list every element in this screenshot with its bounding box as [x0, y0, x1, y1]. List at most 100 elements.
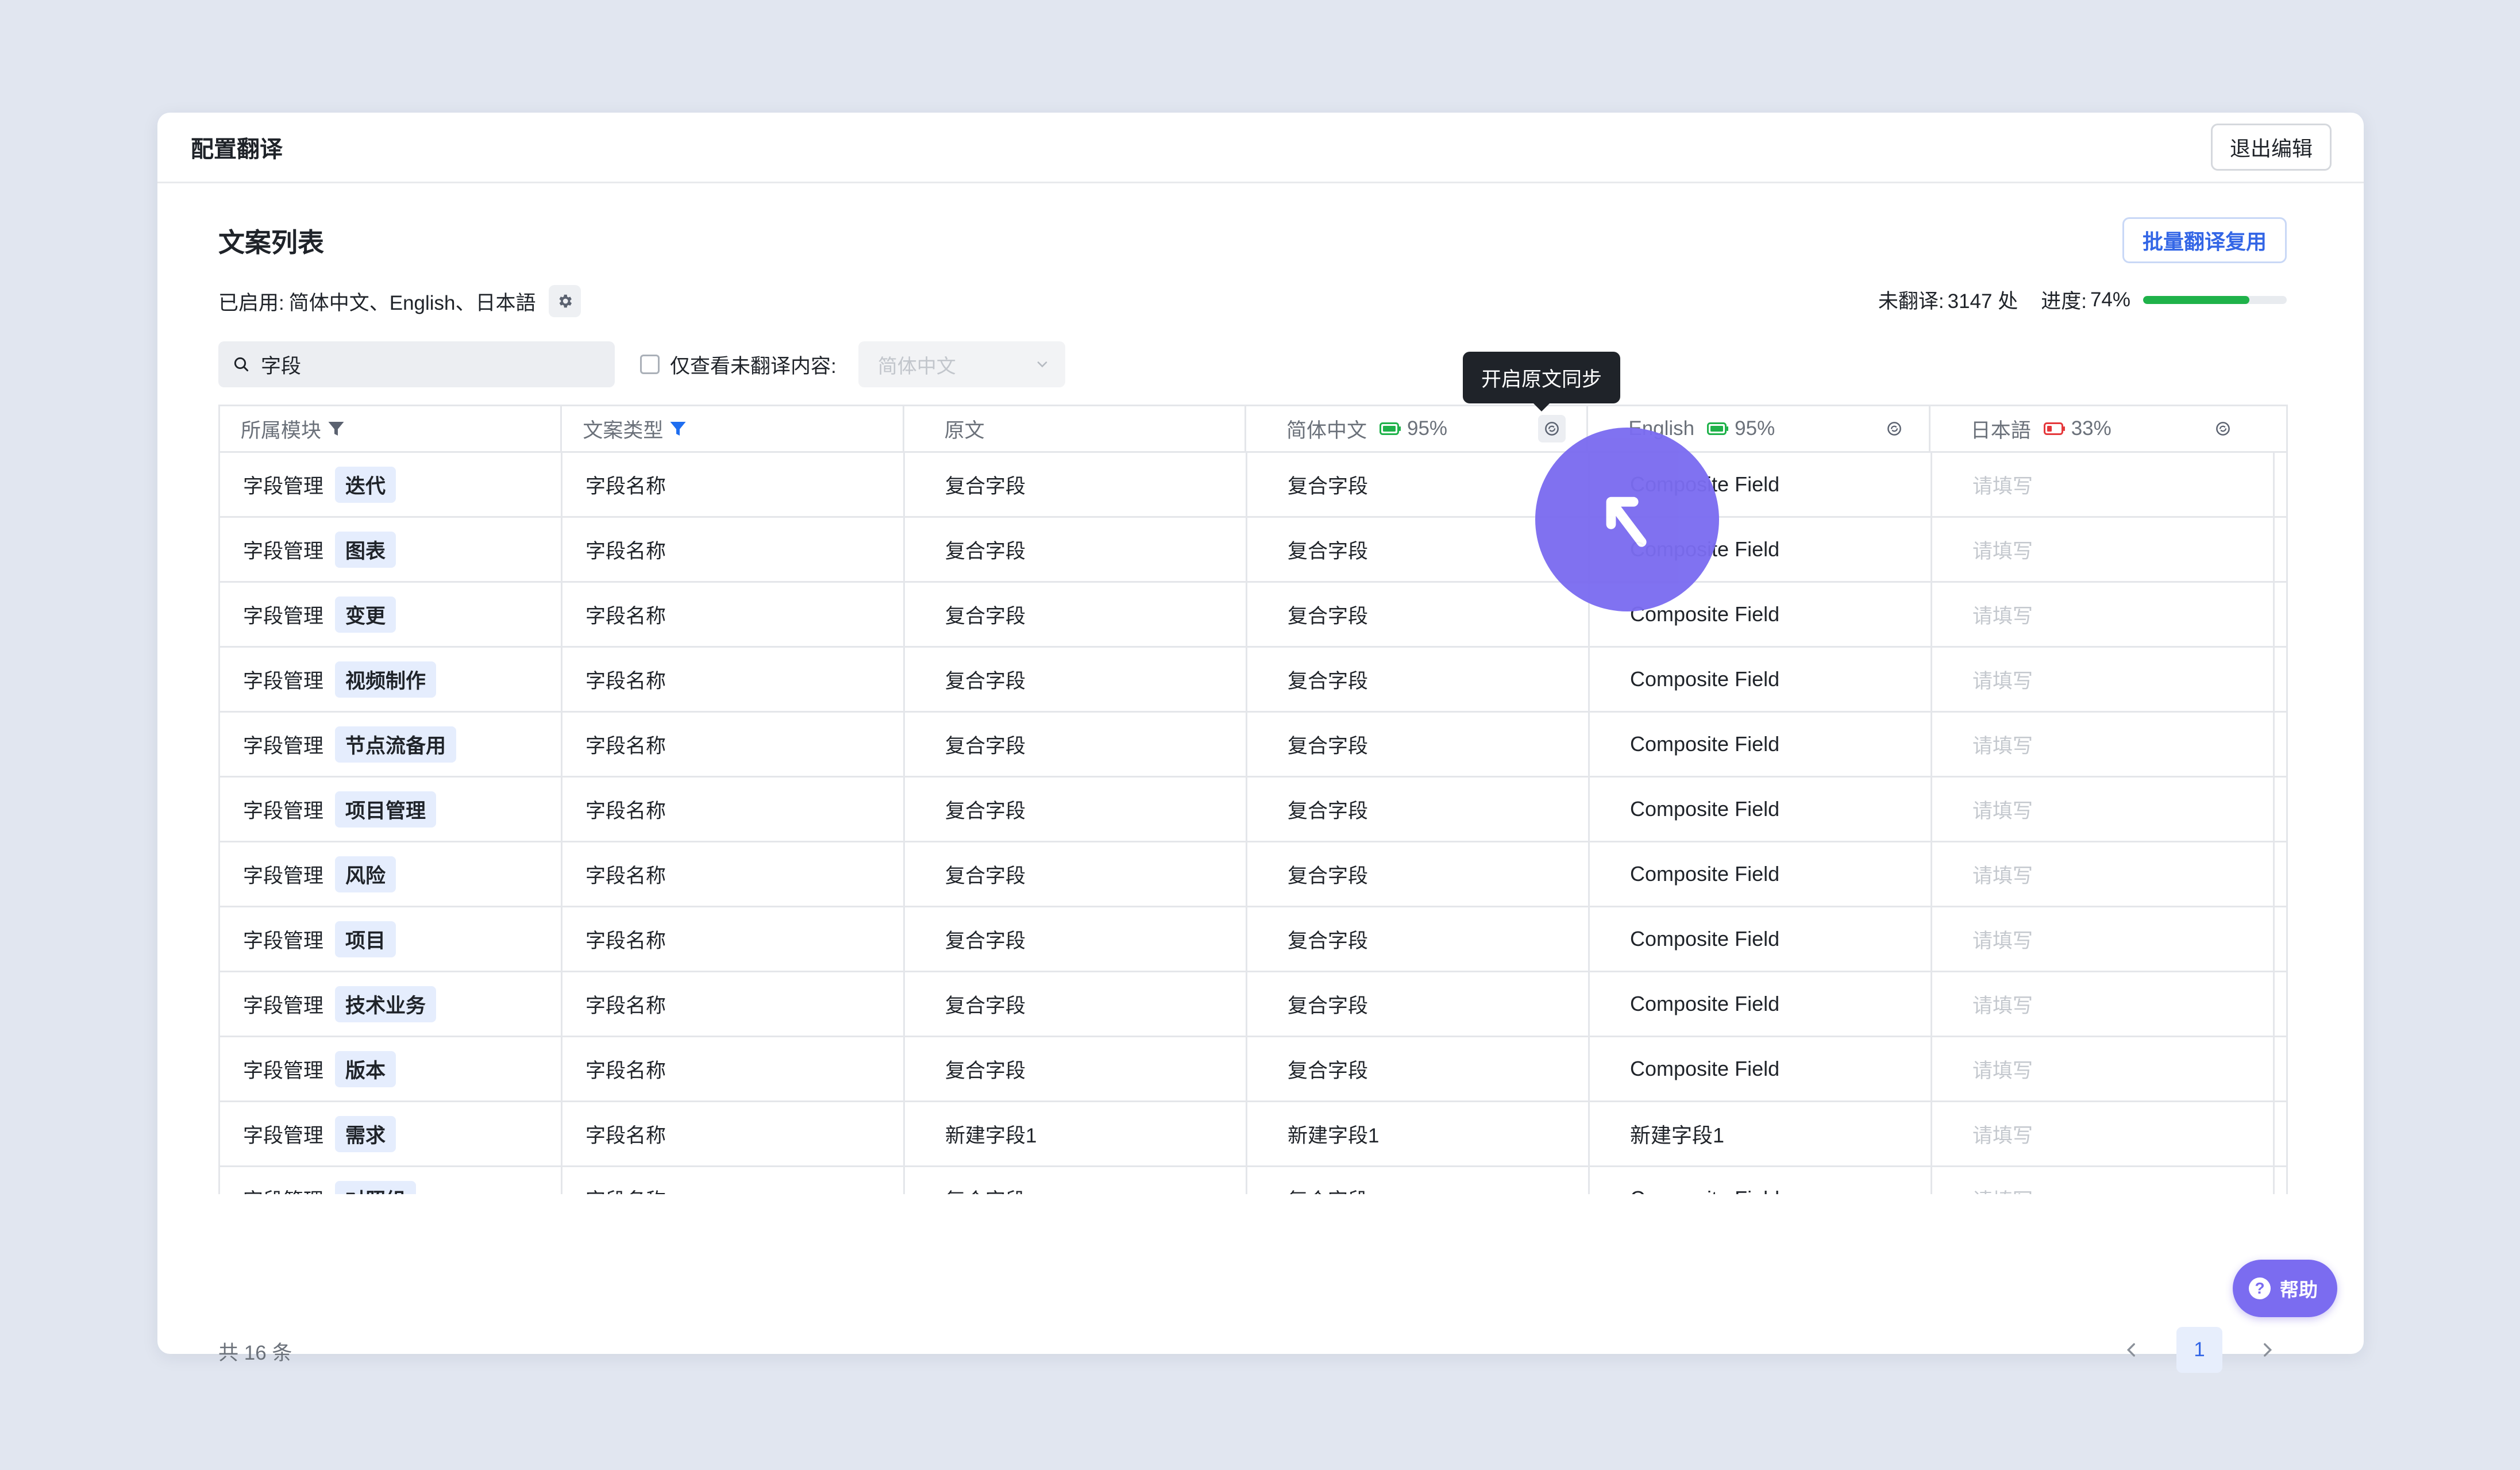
filter-icon[interactable]: [326, 418, 346, 439]
cell-zh[interactable]: 复合字段: [1247, 1037, 1590, 1100]
cell-source: 复合字段: [905, 1167, 1247, 1194]
cell-source: 复合字段: [905, 453, 1247, 516]
exit-edit-button[interactable]: 退出编辑: [2210, 124, 2332, 171]
cell-type: 字段名称: [562, 778, 905, 841]
cell-source: 新建字段1: [905, 1102, 1247, 1165]
table-row[interactable]: 字段管理 技术业务 字段名称 复合字段 复合字段 Composite Field …: [220, 972, 2286, 1037]
cell-ja[interactable]: 请填写: [1932, 518, 2275, 581]
cell-zh[interactable]: 新建字段1: [1247, 1102, 1590, 1165]
cell-source: 复合字段: [905, 713, 1247, 776]
only-untranslated-label: 仅查看未翻译内容:: [670, 355, 837, 378]
table-row[interactable]: 字段管理 对照组 字段名称 复合字段 复合字段 Composite Field 请…: [220, 1167, 2286, 1194]
table-row[interactable]: 字段管理 项目管理 字段名称 复合字段 复合字段 Composite Field …: [220, 778, 2286, 842]
cell-en[interactable]: Composite Field: [1590, 1167, 1932, 1194]
search-value: 字段: [261, 355, 302, 378]
sync-icon[interactable]: [2209, 415, 2237, 442]
cell-zh[interactable]: 复合字段: [1247, 907, 1590, 971]
column-module-label: 所属模块: [241, 419, 322, 442]
cell-module: 字段管理 对照组: [220, 1167, 562, 1194]
module-tag: 需求: [335, 1115, 396, 1152]
table-row[interactable]: 字段管理 视频制作 字段名称 复合字段 复合字段 Composite Field …: [220, 648, 2286, 713]
cell-type: 字段名称: [562, 583, 905, 646]
cell-module: 字段管理 图表: [220, 518, 562, 581]
only-untranslated-toggle[interactable]: 仅查看未翻译内容:: [640, 350, 837, 379]
cell-en[interactable]: Composite Field: [1590, 713, 1932, 776]
arrow-pointer-icon: [1606, 497, 1647, 547]
cell-zh[interactable]: 复合字段: [1247, 842, 1590, 906]
cell-module: 字段管理 项目管理: [220, 778, 562, 841]
module-name: 字段管理: [243, 540, 324, 563]
battery-icon: [2043, 422, 2065, 435]
sync-icon[interactable]: [1881, 415, 1908, 442]
cell-ja[interactable]: 请填写: [1932, 972, 2275, 1036]
chevron-right-icon[interactable]: [2244, 1327, 2290, 1373]
table-row[interactable]: 字段管理 项目 字段名称 复合字段 复合字段 Composite Field 请填…: [220, 907, 2286, 972]
cell-zh[interactable]: 复合字段: [1247, 648, 1590, 711]
cell-ja[interactable]: 请填写: [1932, 713, 2275, 776]
only-untranslated-checkbox[interactable]: [640, 355, 660, 374]
zh-progress-badge: [1380, 422, 1401, 435]
cell-zh[interactable]: 复合字段: [1247, 972, 1590, 1036]
search-input[interactable]: 字段: [218, 341, 615, 387]
table-row[interactable]: 字段管理 需求 字段名称 新建字段1 新建字段1 新建字段1 请填写: [220, 1102, 2286, 1167]
cell-en[interactable]: Composite Field: [1590, 907, 1932, 971]
help-button[interactable]: ? 帮助: [2233, 1260, 2337, 1317]
cell-ja[interactable]: 请填写: [1932, 1167, 2275, 1194]
cell-ja[interactable]: 请填写: [1932, 907, 2275, 971]
cell-en[interactable]: Composite Field: [1590, 778, 1932, 841]
cell-source: 复合字段: [905, 648, 1247, 711]
table-row[interactable]: 字段管理图表 字段名称 复合字段 复合字段 Composite Field 请填…: [220, 518, 2286, 583]
chevron-down-icon: [1037, 361, 1047, 368]
sync-icon[interactable]: [1538, 415, 1566, 442]
enabled-languages-row: 已启用: 简体中文、English、日本語: [218, 285, 581, 317]
column-type: 文案类型: [562, 406, 904, 451]
sync-tooltip: 开启原文同步: [1463, 352, 1621, 411]
cell-source: 复合字段: [905, 907, 1247, 971]
cell-en[interactable]: Composite Field: [1590, 972, 1932, 1036]
module-tag: 风险: [335, 856, 396, 892]
cell-type: 字段名称: [562, 518, 905, 581]
cell-zh[interactable]: 复合字段: [1247, 1167, 1590, 1194]
progress-bar: [2143, 295, 2287, 304]
module-tag: 节点流备用: [335, 726, 457, 763]
cell-ja[interactable]: 请填写: [1932, 778, 2275, 841]
cell-type: 字段名称: [562, 907, 905, 971]
cell-ja[interactable]: 请填写: [1932, 1037, 2275, 1100]
cell-module: 字段管理 风险: [220, 842, 562, 906]
page-button-current[interactable]: 1: [2176, 1327, 2222, 1373]
chevron-left-icon[interactable]: [2109, 1327, 2155, 1373]
cell-ja[interactable]: 请填写: [1932, 583, 2275, 646]
table-row[interactable]: 字段管理 风险 字段名称 复合字段 复合字段 Composite Field 请填…: [220, 842, 2286, 907]
translation-stats: 未翻译: 3147 处 进度: 74%: [1878, 285, 2287, 314]
module-tag: 迭代: [335, 466, 396, 503]
module-name: 字段管理: [243, 799, 324, 822]
gear-icon[interactable]: [548, 285, 581, 317]
enabled-label: 已启用:: [218, 291, 284, 314]
cell-ja[interactable]: 请填写: [1932, 1102, 2275, 1165]
batch-translate-reuse-button[interactable]: 批量翻译复用: [2122, 217, 2287, 263]
ja-progress-value: 33%: [2071, 417, 2111, 440]
cell-ja[interactable]: 请填写: [1932, 842, 2275, 906]
cell-ja[interactable]: 请填写: [1932, 648, 2275, 711]
table-row[interactable]: 字段管理 节点流备用 字段名称 复合字段 复合字段 Composite Field…: [220, 713, 2286, 778]
language-select[interactable]: 简体中文: [858, 341, 1065, 387]
module-name: 字段管理: [243, 1124, 324, 1147]
cell-en[interactable]: Composite Field: [1590, 842, 1932, 906]
cell-module: 字段管理 需求: [220, 1102, 562, 1165]
filter-active-icon[interactable]: [668, 418, 688, 439]
module-name: 字段管理: [243, 734, 324, 757]
cell-ja[interactable]: 请填写: [1932, 453, 2275, 516]
table-row[interactable]: 字段管理迭代 字段名称 复合字段 复合字段 Composite Field 请填…: [220, 453, 2286, 518]
table-row[interactable]: 字段管理 变更 字段名称 复合字段 复合字段 Composite Field 请填…: [220, 583, 2286, 648]
cell-en[interactable]: Composite Field: [1590, 648, 1932, 711]
cell-type: 字段名称: [562, 1102, 905, 1165]
cell-zh[interactable]: 复合字段: [1247, 583, 1590, 646]
table-row[interactable]: 字段管理 版本 字段名称 复合字段 复合字段 Composite Field 请填…: [220, 1037, 2286, 1102]
cell-en[interactable]: 新建字段1: [1590, 1102, 1932, 1165]
zh-progress-value: 95%: [1407, 417, 1448, 440]
cell-zh[interactable]: 复合字段: [1247, 713, 1590, 776]
cell-source: 复合字段: [905, 778, 1247, 841]
cell-module: 字段管理 节点流备用: [220, 713, 562, 776]
cell-zh[interactable]: 复合字段: [1247, 778, 1590, 841]
cell-en[interactable]: Composite Field: [1590, 1037, 1932, 1100]
